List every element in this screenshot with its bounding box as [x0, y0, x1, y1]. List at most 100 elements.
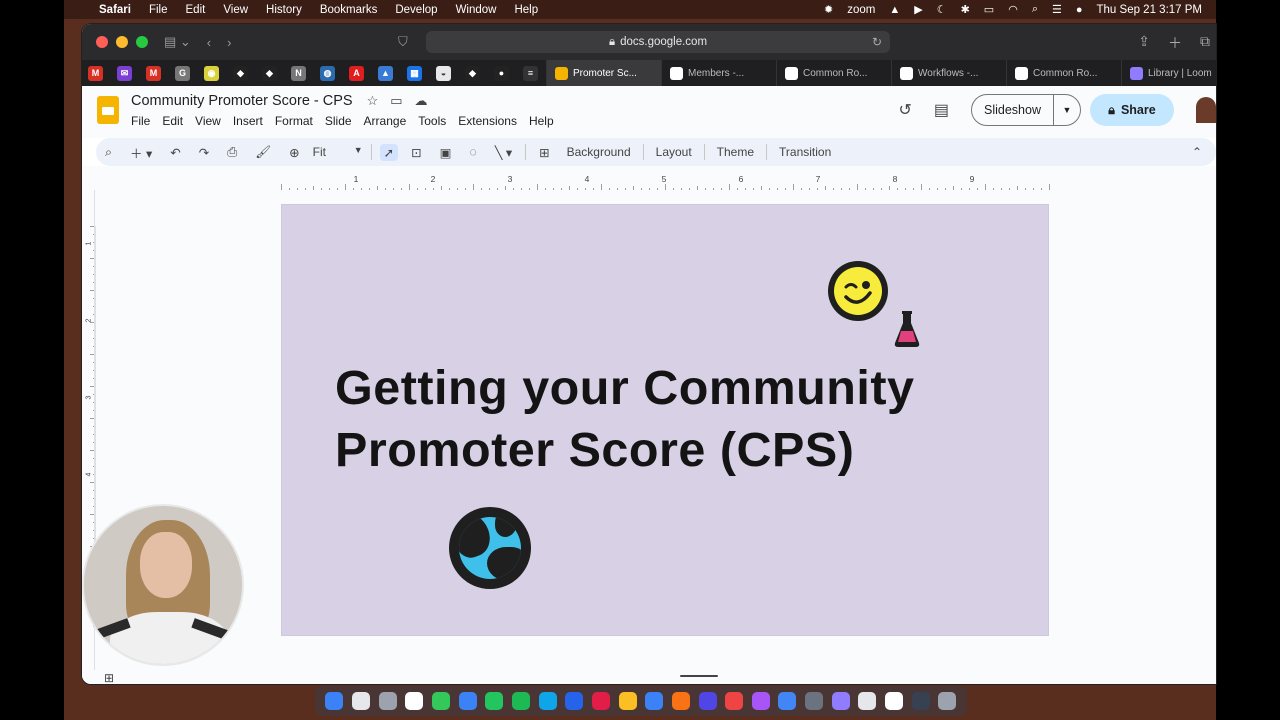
reload-icon[interactable]: ↻	[872, 35, 882, 49]
webcam-bubble[interactable]	[82, 504, 244, 666]
line-icon[interactable]: ╲ ▾	[486, 145, 521, 160]
slides-menu-arrange[interactable]: Arrange	[358, 114, 413, 128]
slides-menu-view[interactable]: View	[189, 114, 227, 128]
zoom-status[interactable]: zoom	[847, 4, 875, 16]
browser-tab[interactable]: Common Ro...	[776, 60, 891, 86]
slide-title[interactable]: Getting your Community Promoter Score (C…	[335, 357, 995, 481]
comments-icon[interactable]: ▤	[934, 100, 949, 120]
close-window-button[interactable]	[96, 36, 108, 48]
menu-edit[interactable]: Edit	[177, 4, 215, 16]
blocks-icon[interactable]: ▦	[407, 65, 422, 81]
menu-file[interactable]: File	[140, 4, 177, 16]
paint-format-icon[interactable]: 🖌︎	[246, 145, 280, 160]
google-icon[interactable]: G	[175, 65, 190, 81]
dock-app-icon[interactable]	[325, 692, 344, 710]
slideshow-button[interactable]: Slideshow	[972, 95, 1054, 125]
forward-icon[interactable]: ›	[227, 35, 231, 50]
menu-help[interactable]: Help	[505, 4, 547, 16]
notion-icon[interactable]: N	[291, 65, 306, 81]
menu-window[interactable]: Window	[447, 4, 506, 16]
flask-icon[interactable]	[892, 309, 922, 349]
account-avatar[interactable]	[1196, 97, 1216, 123]
zoom-window-button[interactable]	[136, 36, 148, 48]
sidebar-icon[interactable]: ▤ ⌄	[164, 34, 191, 50]
search-icon[interactable]: ⌕	[1032, 3, 1038, 16]
text-box-icon[interactable]: ⊡	[402, 145, 430, 160]
dock-app-icon[interactable]	[858, 692, 877, 710]
diamond-icon[interactable]: ◆	[465, 65, 480, 81]
battery-icon[interactable]: ▭	[984, 3, 994, 16]
dock-app-icon[interactable]	[405, 692, 424, 710]
diamond-icon[interactable]: ◆	[262, 65, 277, 81]
bluetooth-icon[interactable]: ✱	[961, 3, 970, 16]
control-center-icon[interactable]: ☰	[1052, 3, 1062, 16]
menu-bookmarks[interactable]: Bookmarks	[311, 4, 387, 16]
slides-menu-help[interactable]: Help	[523, 114, 560, 128]
slides-menu-tools[interactable]: Tools	[412, 114, 452, 128]
bird-icon[interactable]: ◉	[204, 65, 219, 81]
dock-app-icon[interactable]	[458, 692, 477, 710]
version-history-icon[interactable]: ↺	[898, 100, 911, 120]
slides-menu-slide[interactable]: Slide	[319, 114, 358, 128]
play-icon[interactable]: ▶	[914, 3, 922, 16]
vpn-icon[interactable]: ▲	[889, 4, 900, 16]
image-icon[interactable]: ▲	[378, 65, 393, 81]
circle-icon[interactable]: ●	[494, 65, 509, 81]
dock-app-icon[interactable]	[778, 692, 797, 710]
notes-resize-handle[interactable]	[680, 675, 718, 677]
insert-image-icon[interactable]: ▣	[431, 145, 461, 160]
menu-history[interactable]: History	[257, 4, 311, 16]
dock-app-icon[interactable]	[805, 692, 824, 710]
dock-app-icon[interactable]	[885, 692, 904, 710]
star-icon[interactable]: ☆	[367, 93, 379, 109]
cloud-saved-icon[interactable]: ☁	[415, 93, 428, 109]
clock[interactable]: Thu Sep 21 3:17 PM	[1097, 4, 1202, 16]
undo-icon[interactable]: ↶	[161, 145, 189, 160]
mail-icon[interactable]: ✉	[117, 65, 132, 81]
diamond-icon[interactable]: ◆	[233, 65, 248, 81]
search-menus-icon[interactable]: ⌕	[96, 145, 121, 160]
slides-menu-insert[interactable]: Insert	[227, 114, 269, 128]
dock-app-icon[interactable]	[831, 692, 850, 710]
collapse-toolbar-icon[interactable]: ⌃	[1192, 145, 1216, 159]
move-folder-icon[interactable]: ▭	[390, 93, 402, 109]
browser-tab[interactable]: Library | Loom	[1121, 60, 1216, 86]
dock-app-icon[interactable]	[591, 692, 610, 710]
wifi-icon[interactable]: ◠	[1008, 3, 1018, 16]
dock-app-icon[interactable]	[645, 692, 664, 710]
dock-app-icon[interactable]	[938, 692, 957, 710]
add-comment-icon[interactable]: ⊞	[530, 145, 558, 160]
sun-icon[interactable]: ✹	[824, 3, 833, 16]
browser-tab[interactable]: Workflows -...	[891, 60, 1006, 86]
gmail-icon[interactable]: M	[146, 65, 161, 81]
minimize-window-button[interactable]	[116, 36, 128, 48]
slides-menu-edit[interactable]: Edit	[156, 114, 189, 128]
globe-icon[interactable]: ◍	[320, 65, 335, 81]
gmail-icon[interactable]: M	[88, 65, 103, 81]
adobe-icon[interactable]: A	[349, 65, 364, 81]
menu-app-name[interactable]: Safari	[90, 4, 140, 16]
back-icon[interactable]: ‹	[207, 35, 211, 50]
redo-icon[interactable]: ↷	[190, 145, 218, 160]
menu-develop[interactable]: Develop	[386, 4, 446, 16]
shape-icon[interactable]: ◌	[460, 145, 485, 159]
dock-app-icon[interactable]	[378, 692, 397, 710]
share-page-icon[interactable]: ⇪	[1138, 33, 1150, 53]
menu-view[interactable]: View	[214, 4, 257, 16]
grid-view-icon[interactable]: ⊞	[104, 671, 114, 684]
dock-app-icon[interactable]	[351, 692, 370, 710]
dock-app-icon[interactable]	[725, 692, 744, 710]
transition-button[interactable]: Transition	[771, 145, 839, 159]
slideshow-dropdown-icon[interactable]: ▼	[1054, 105, 1080, 115]
drive-icon[interactable]: ◒	[436, 65, 451, 81]
select-tool-icon[interactable]: ➚	[379, 143, 399, 161]
share-button[interactable]: 🔒︎ Share	[1090, 94, 1174, 126]
slides-menu-format[interactable]: Format	[269, 114, 319, 128]
dock-app-icon[interactable]	[618, 692, 637, 710]
browser-tab[interactable]: Common Ro...	[1006, 60, 1121, 86]
browser-tab[interactable]: Members -...	[661, 60, 776, 86]
dock-app-icon[interactable]	[751, 692, 770, 710]
dock-app-icon[interactable]	[565, 692, 584, 710]
print-icon[interactable]: ⎙	[218, 145, 246, 160]
doc-title[interactable]: Community Promoter Score - CPS	[131, 93, 353, 109]
